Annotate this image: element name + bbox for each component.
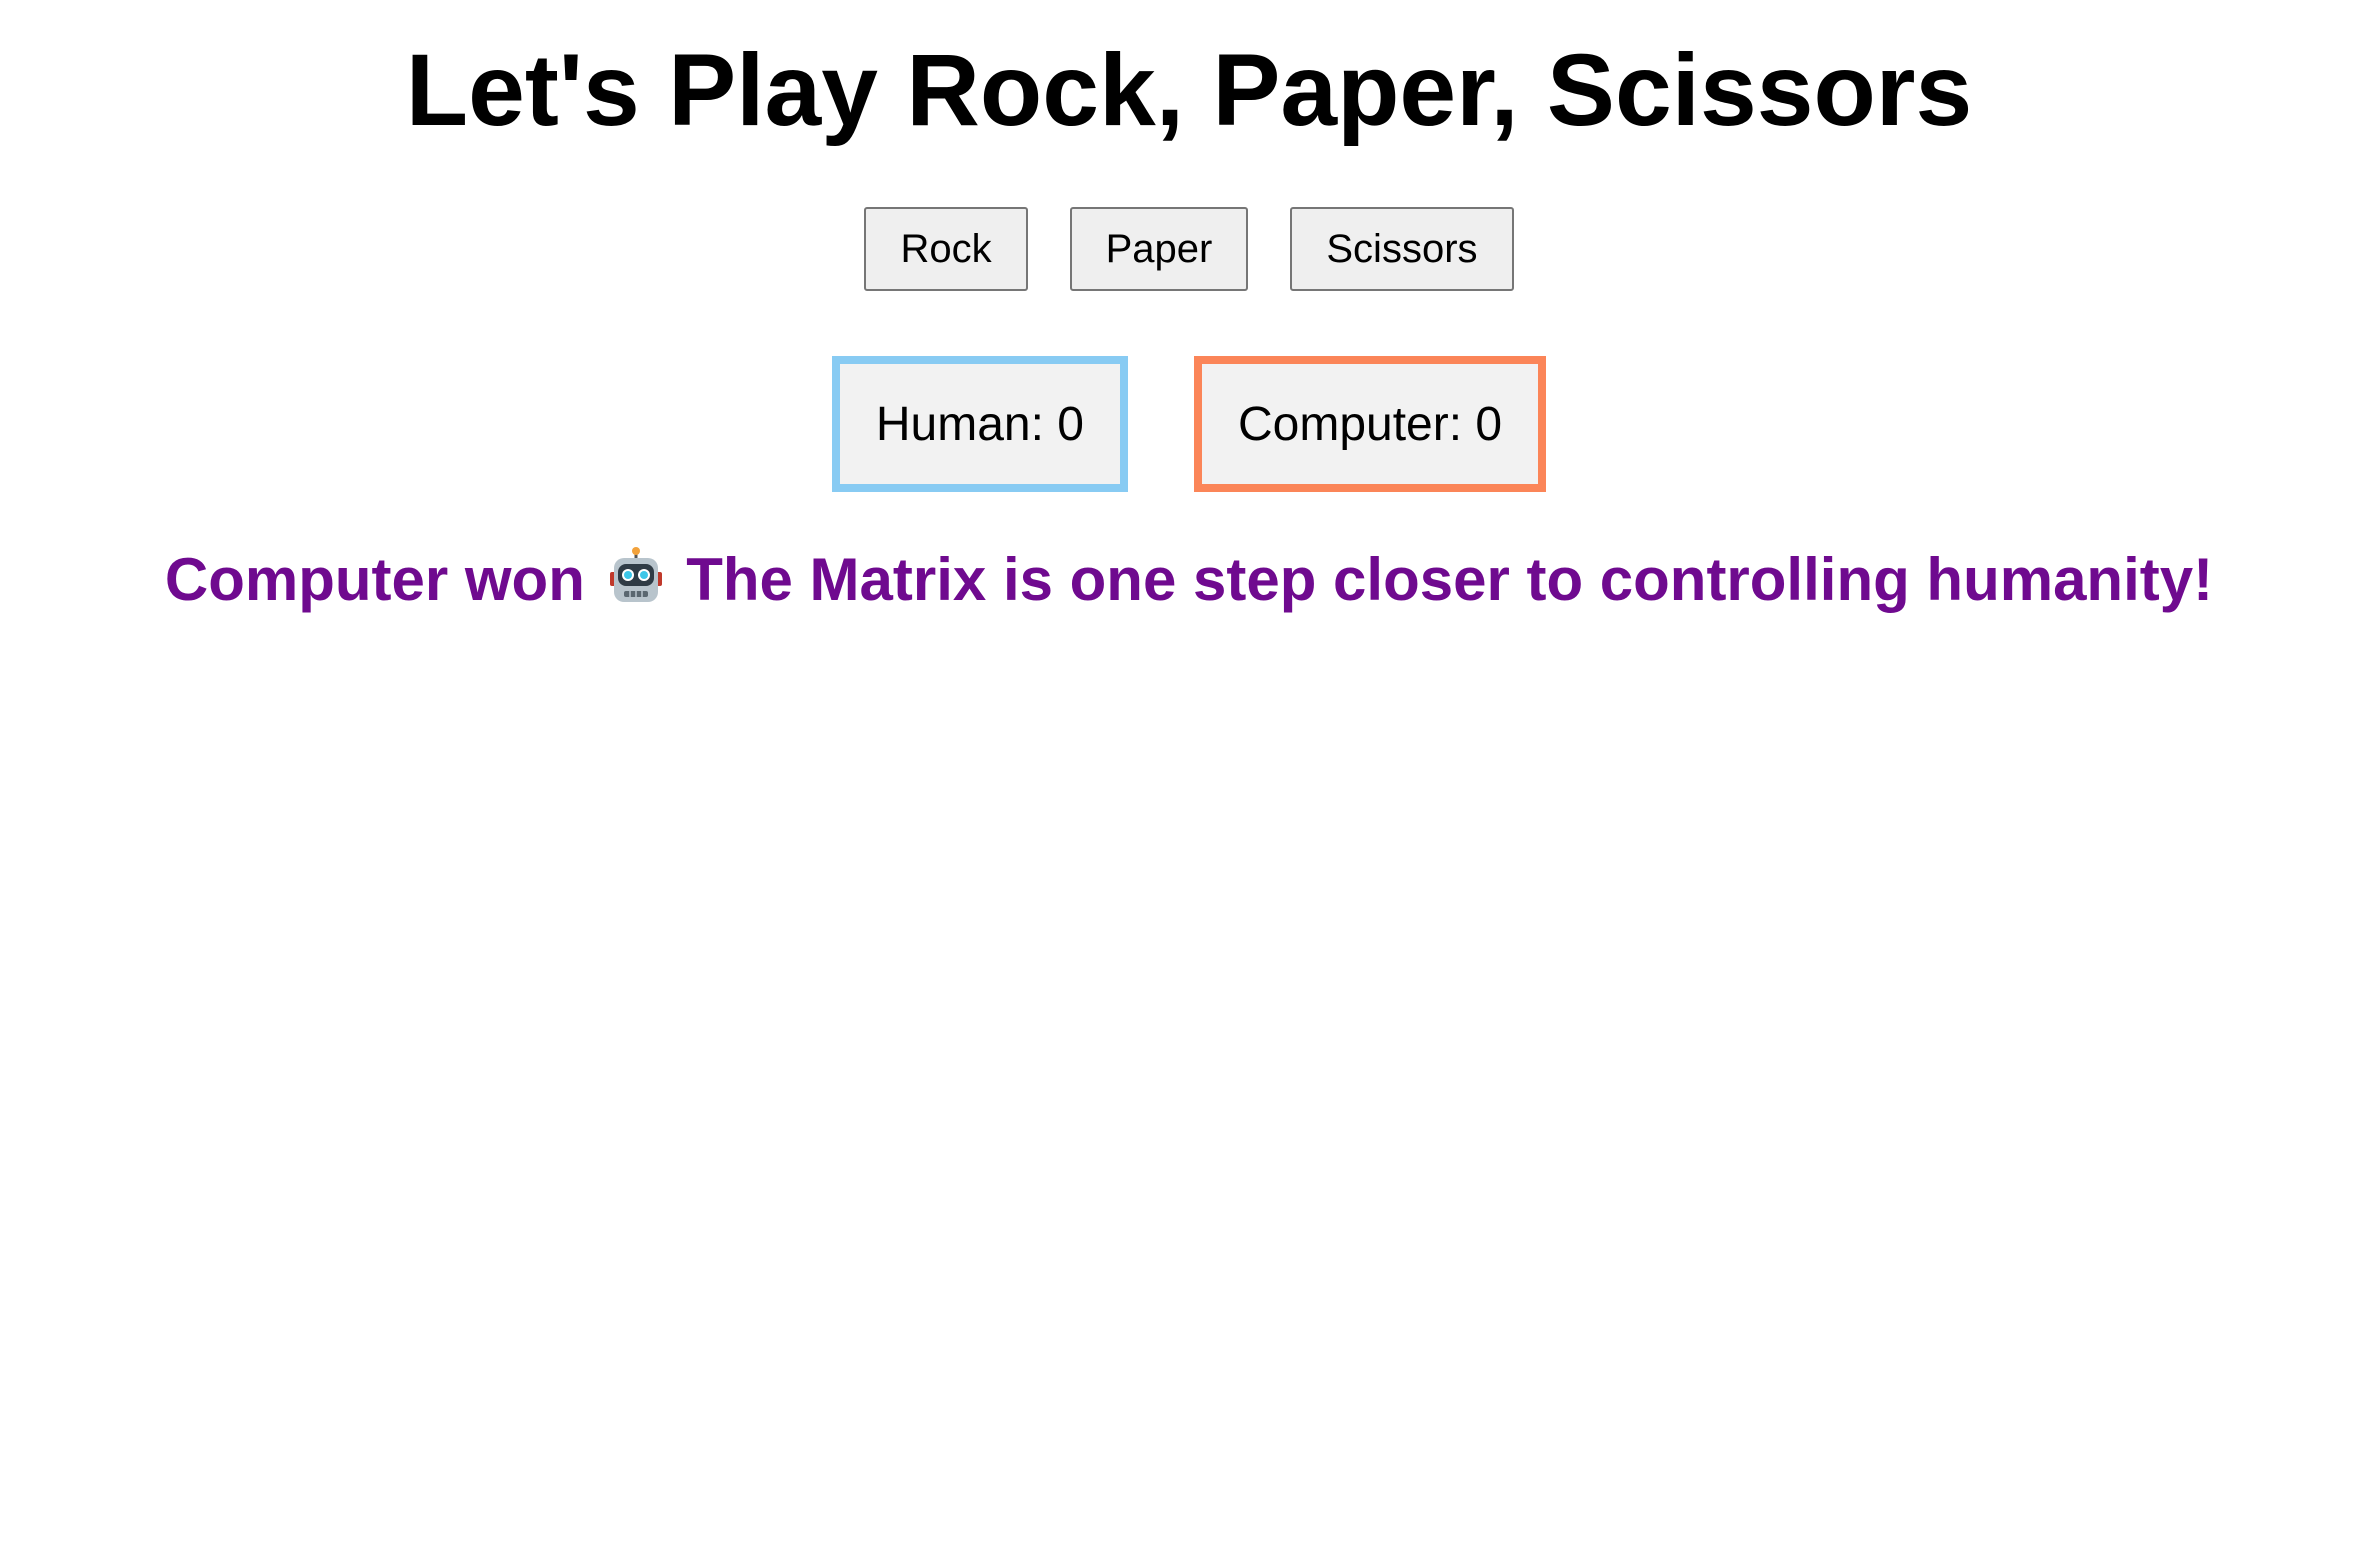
computer-score: Computer: 0	[1193, 356, 1547, 492]
scoreboard: Human: 0 Computer: 0	[0, 356, 2378, 492]
result-message: Computer won The Matrix is one step clos…	[0, 538, 2378, 622]
result-prefix: Computer won	[164, 546, 585, 613]
scissors-button[interactable]: Scissors	[1290, 207, 1514, 291]
result-text: The Matrix is one step closer to control…	[686, 546, 2214, 613]
rock-button[interactable]: Rock	[864, 207, 1028, 291]
paper-button[interactable]: Paper	[1069, 207, 1249, 291]
robot-icon	[608, 546, 664, 608]
game-page: Let's Play Rock, Paper, Scissors Rock Pa…	[0, 0, 2378, 1558]
page-title: Let's Play Rock, Paper, Scissors	[405, 33, 1973, 147]
choice-buttons: Rock Paper Scissors	[0, 207, 2378, 291]
human-score: Human: 0	[831, 356, 1128, 492]
